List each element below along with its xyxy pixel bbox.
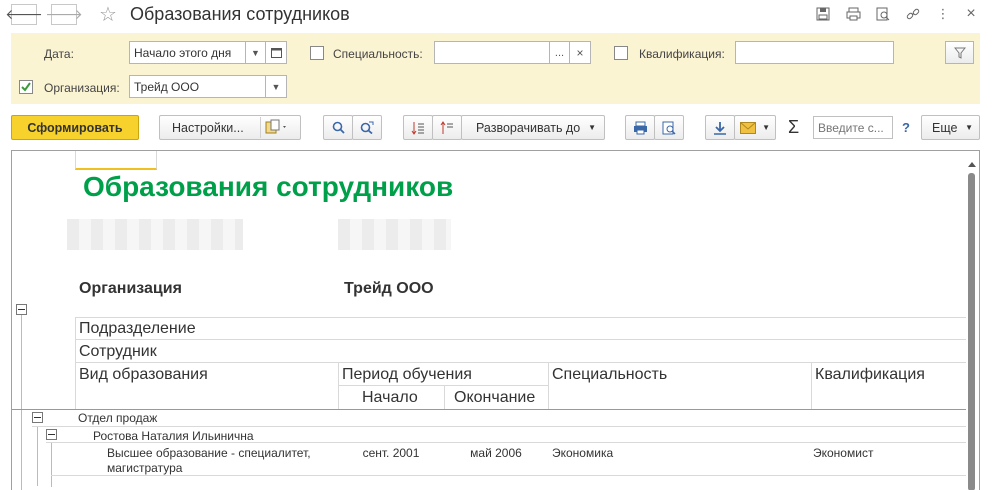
scroll-up-icon[interactable] (967, 159, 977, 169)
date-field[interactable]: Начало этого дня (129, 41, 246, 64)
ellipsis-icon: ... (554, 46, 565, 59)
forward-button[interactable]: 🡒 (45, 4, 83, 25)
find-button[interactable] (323, 115, 353, 140)
redacted-field (67, 219, 243, 250)
preview-icon[interactable] (875, 6, 891, 22)
org-value: Трейд ООО (344, 280, 434, 297)
date-dropdown-button[interactable]: ▼ (246, 41, 266, 64)
chevron-down-icon: ▼ (271, 81, 281, 92)
expand-all-button[interactable] (403, 115, 433, 140)
qualification-field[interactable] (735, 41, 894, 64)
expand-groups-icon (411, 121, 424, 135)
window-title: Образования сотрудников (130, 4, 350, 24)
arrow-right-icon: 🡒 (45, 6, 83, 22)
funnel-icon (953, 47, 966, 59)
specialty-checkbox[interactable] (310, 46, 324, 60)
tree-line (51, 443, 52, 487)
qualification-checkbox[interactable] (614, 46, 628, 60)
collapse-group-icon[interactable] (46, 429, 57, 440)
settings-label: Настройки... (172, 120, 244, 135)
expand-to-dropdown[interactable]: Разворачивать до ▼ (461, 115, 605, 140)
specialty-cell: Экономика (552, 446, 614, 460)
organization-label: Организация: (44, 81, 120, 95)
report-title: Образования сотрудников (83, 171, 454, 202)
qualification-cell: Экономист (813, 446, 874, 460)
arrow-left-icon: 🡐 (5, 6, 43, 22)
redacted-field (338, 219, 451, 250)
variant-icon[interactable] (265, 119, 289, 138)
title-bar: 🡐 🡒 ☆ Образования сотрудников ⋮ × (0, 0, 998, 30)
expand-to-label: Разворачивать до (476, 120, 581, 135)
back-button[interactable]: 🡐 (5, 4, 43, 25)
vertical-scrollbar[interactable] (968, 173, 975, 490)
help-button[interactable]: ? (902, 120, 910, 135)
department-row: Отдел продаж (78, 411, 158, 425)
collapse-group-icon[interactable] (32, 412, 43, 423)
search-icon (332, 121, 345, 134)
collapse-all-button[interactable] (432, 115, 462, 140)
tree-line (21, 314, 22, 490)
chevron-down-icon: ▼ (588, 123, 596, 132)
link-icon[interactable] (905, 6, 921, 22)
date-label: Дата: (44, 47, 74, 61)
header-department: Подразделение (79, 320, 196, 337)
specialty-select-button[interactable]: ... (550, 41, 570, 64)
print-preview-button[interactable] (654, 115, 684, 140)
checkmark-icon (19, 80, 33, 94)
save-icon[interactable] (815, 6, 831, 22)
favorite-star-icon[interactable]: ☆ (98, 4, 118, 26)
header-employee: Сотрудник (79, 343, 157, 360)
sum-button[interactable]: Σ (788, 117, 799, 138)
close-icon[interactable]: × (963, 5, 979, 22)
qualification-label: Квалификация: (639, 47, 725, 61)
education-type-cell: Высшее образование - специалитет, магист… (107, 446, 311, 475)
generate-button[interactable]: Сформировать (11, 115, 139, 140)
org-label: Организация (79, 280, 182, 297)
end-cell: май 2006 (470, 446, 522, 460)
header-period: Период обучения (342, 366, 472, 383)
header-qualification: Квалификация (815, 366, 925, 383)
start-cell: сент. 2001 (362, 446, 420, 460)
specialty-clear-button[interactable]: × (570, 41, 591, 64)
envelope-icon (740, 121, 756, 134)
header-education-type: Вид образования (79, 366, 208, 383)
search-next-icon (360, 121, 374, 134)
filter-panel: Дата: Начало этого дня ▼ Специальность: … (11, 33, 980, 104)
search-input[interactable] (813, 116, 893, 139)
more-label: Еще (932, 120, 958, 135)
print-button[interactable] (625, 115, 655, 140)
selected-cell[interactable] (75, 151, 157, 170)
organization-field[interactable]: Трейд ООО (129, 75, 266, 98)
organization-dropdown-button[interactable]: ▼ (266, 75, 287, 98)
calendar-button[interactable] (266, 41, 287, 64)
calendar-icon (270, 48, 282, 58)
clear-icon: × (576, 45, 584, 60)
header-end: Окончание (454, 389, 536, 406)
print-icon[interactable] (845, 6, 861, 22)
printer-icon (633, 121, 647, 134)
more-menu-icon[interactable]: ⋮ (935, 6, 951, 22)
chevron-down-icon: ▼ (251, 47, 260, 58)
chevron-down-icon: ▼ (965, 123, 973, 132)
collapse-group-icon[interactable] (16, 304, 27, 315)
filter-settings-button[interactable] (945, 41, 974, 64)
specialty-field[interactable] (434, 41, 550, 64)
employee-row: Ростова Наталия Ильинична (93, 429, 254, 443)
preview-icon (662, 121, 676, 135)
save-report-button[interactable] (705, 115, 735, 140)
collapse-groups-icon (440, 120, 453, 134)
organization-checkbox[interactable] (19, 80, 33, 94)
header-specialty: Специальность (552, 366, 668, 383)
chevron-down-icon: ▼ (762, 123, 770, 132)
send-email-button[interactable]: ▼ (734, 115, 776, 140)
header-start: Начало (362, 389, 418, 406)
more-button[interactable]: Еще ▼ (921, 115, 980, 140)
find-next-button[interactable] (352, 115, 382, 140)
specialty-label: Специальность: (333, 47, 423, 61)
download-icon (714, 121, 726, 135)
report-area: Образования сотрудников Организация Трей… (11, 150, 980, 490)
tree-line (37, 426, 38, 486)
